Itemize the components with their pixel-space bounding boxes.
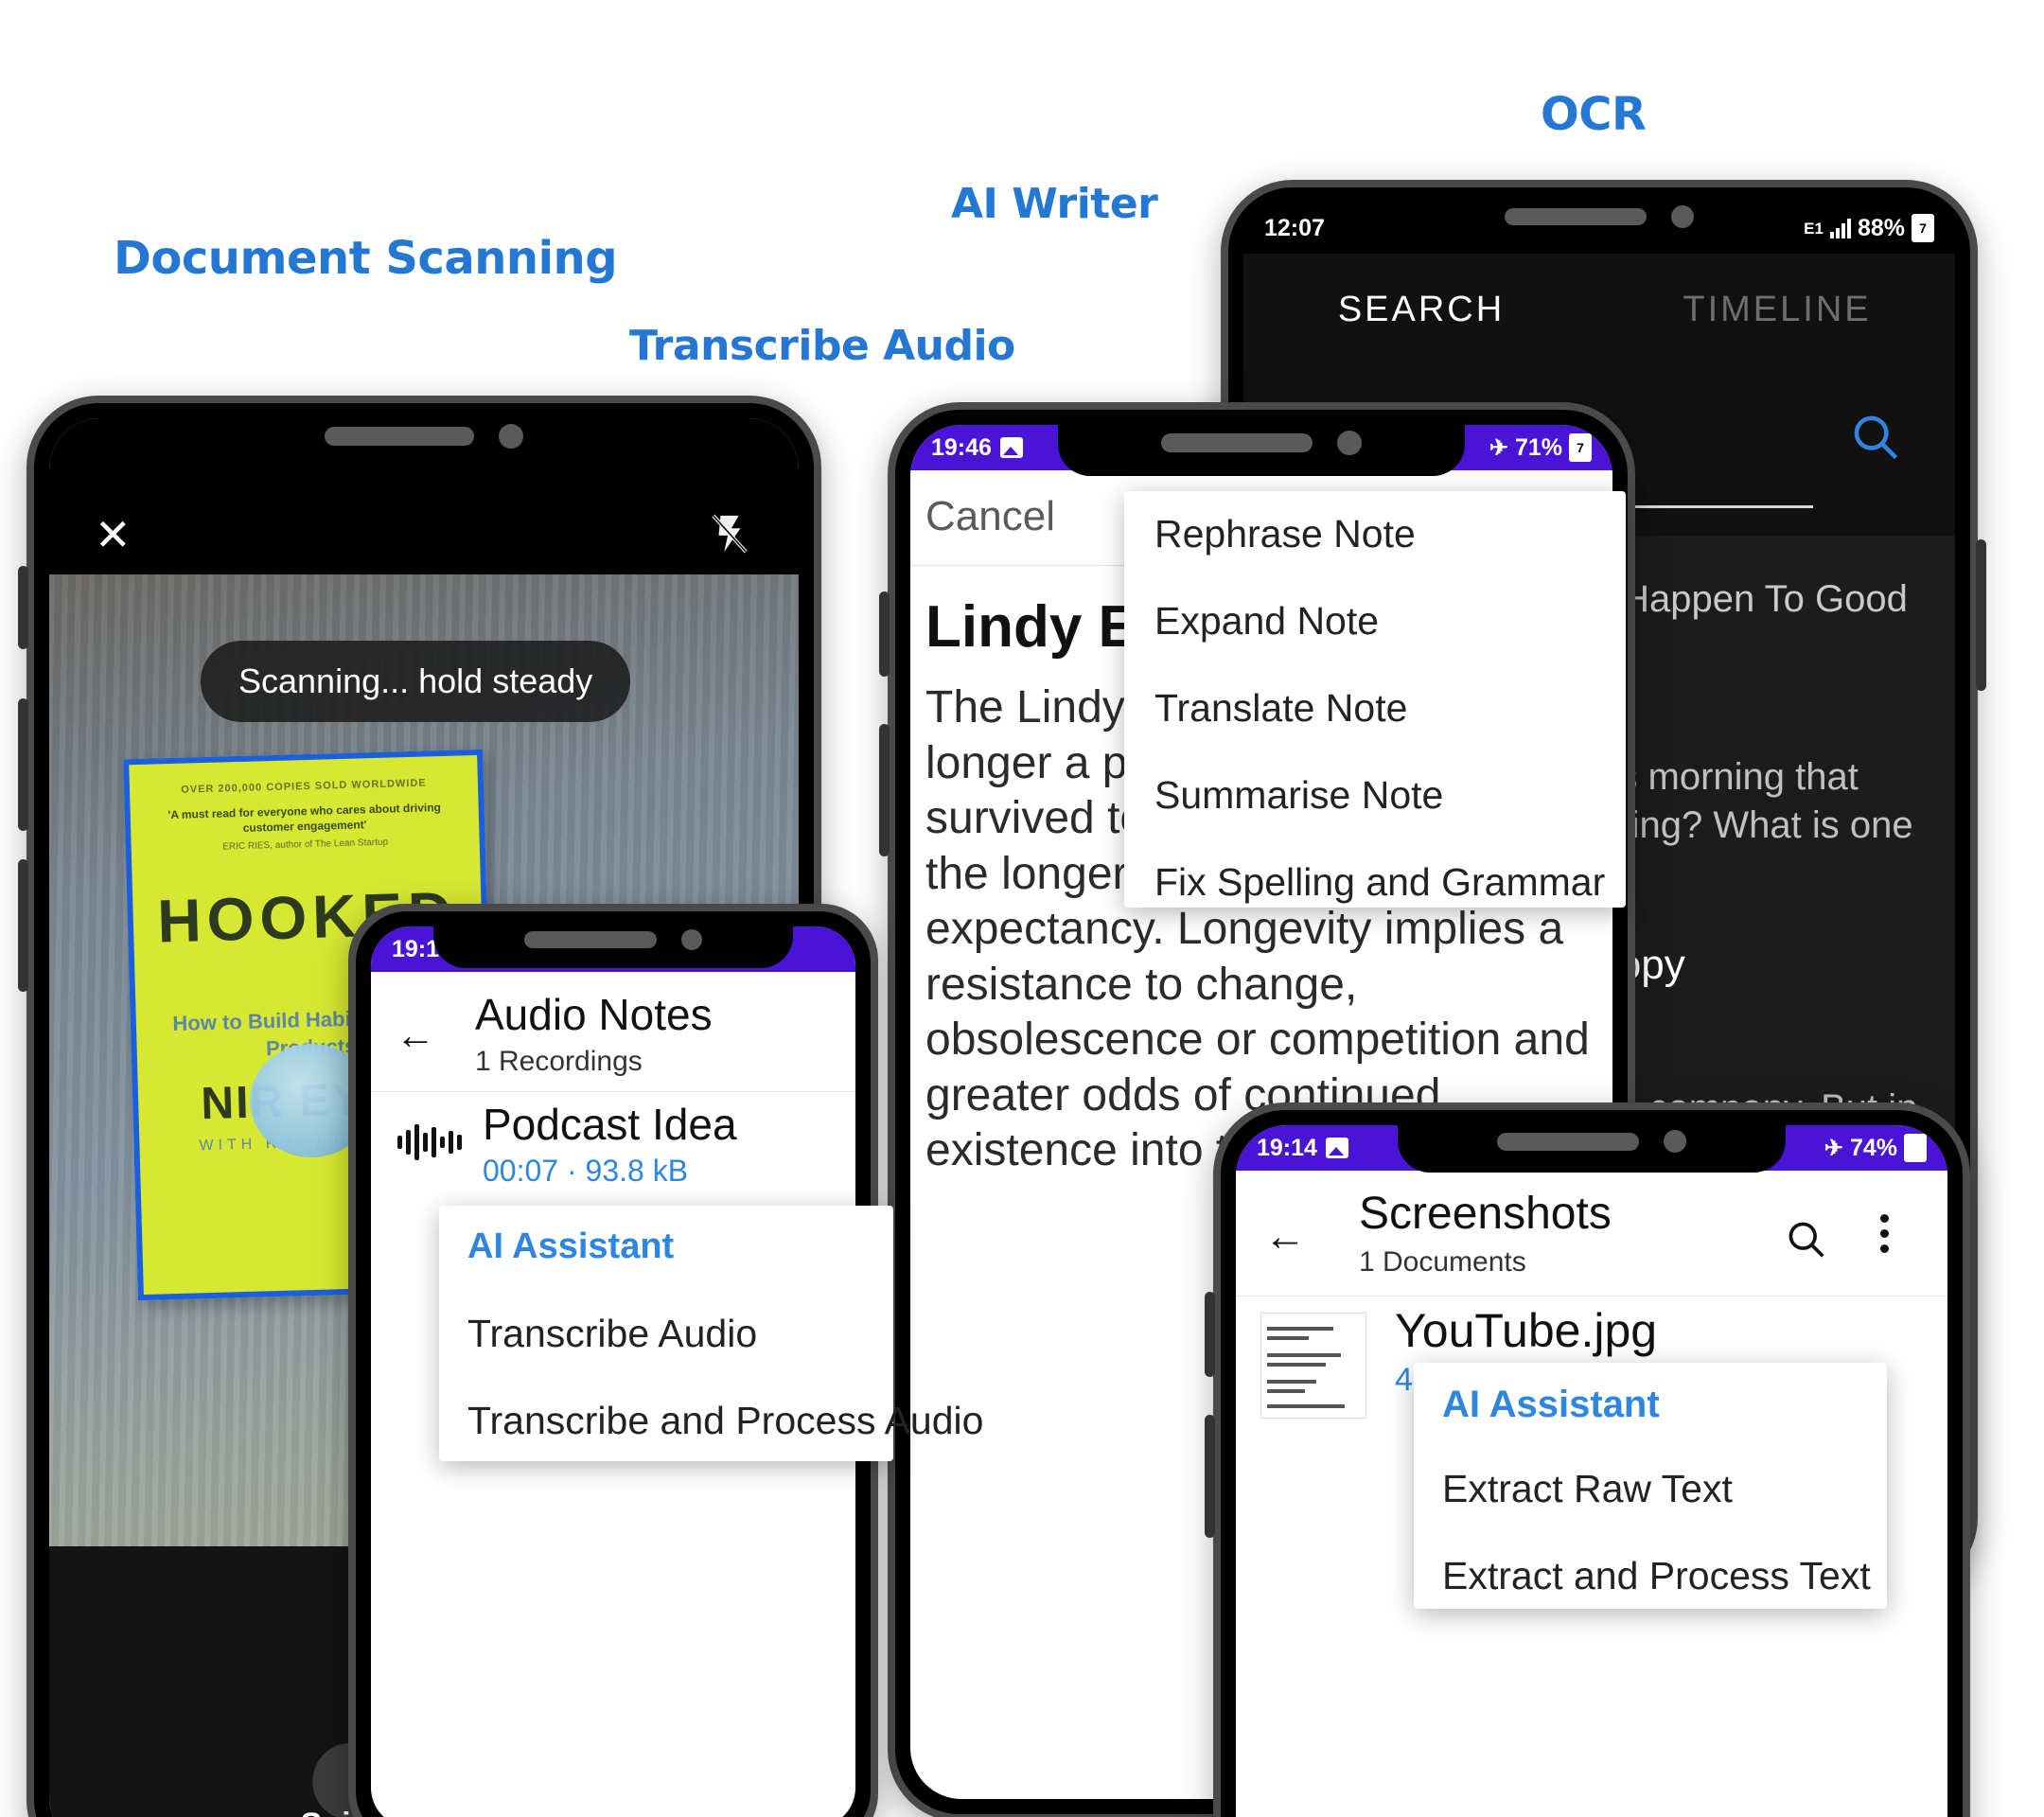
flash-off-icon[interactable] <box>708 509 751 558</box>
power-button[interactable] <box>1976 539 1986 691</box>
signal-icon <box>1829 218 1851 238</box>
search-icon[interactable] <box>1849 411 1900 467</box>
phone-notch-audio <box>433 911 793 968</box>
heading-transcribe-audio: Transcribe Audio <box>629 322 1015 370</box>
speaker-grille <box>1161 433 1313 452</box>
speaker-grille <box>1497 1132 1639 1151</box>
battery-percent: 71% <box>1514 433 1562 461</box>
audio-notes-appbar: ← Audio Notes 1 Recordings <box>371 972 855 1092</box>
list-item[interactable]: Podcast Idea 00:07 · 93.8 kB <box>371 1095 855 1207</box>
recording-meta: 00:07 · 93.8 kB <box>483 1154 688 1189</box>
mute-switch[interactable] <box>879 591 890 677</box>
back-arrow-icon[interactable]: ← <box>1264 1216 1306 1258</box>
menu-item-summarise-note[interactable]: Summarise Note <box>1154 773 1443 818</box>
airplane-icon: ✈ <box>1824 1135 1843 1161</box>
mute-switch[interactable] <box>18 566 28 649</box>
status-time: 12:07 <box>1264 214 1325 241</box>
ai-writer-menu: Rephrase Note Expand Note Translate Note… <box>1124 491 1626 908</box>
status-left: 19:14 <box>1257 1135 1348 1162</box>
book-quote: 'A must read for everyone who cares abou… <box>167 801 442 836</box>
menu-item-fix-spelling-grammar[interactable]: Fix Spelling and Grammar <box>1154 860 1605 905</box>
front-camera <box>681 929 702 950</box>
recording-size: 93.8 kB <box>585 1154 689 1188</box>
audio-waveform-icon <box>397 1121 462 1163</box>
status-left: 19:46 <box>931 434 1023 462</box>
battery-icon: 7 <box>1912 214 1934 242</box>
menu-item-rephrase-note[interactable]: Rephrase Note <box>1154 512 1416 556</box>
menu-item-translate-note[interactable]: Translate Note <box>1154 686 1407 731</box>
status-left: 12:07 <box>1264 215 1325 242</box>
more-vertical-icon[interactable] <box>1880 1214 1889 1253</box>
book-attribution: ERIC RIES, author of The Lean Startup <box>222 838 389 853</box>
front-camera <box>1337 431 1362 455</box>
status-time: 19:14 <box>1257 1134 1317 1161</box>
volume-down-button[interactable] <box>18 859 28 992</box>
phone-notch-ocr <box>1401 187 1798 246</box>
page-title: Screenshots <box>1359 1189 1612 1239</box>
speaker-grille <box>524 931 657 948</box>
front-camera <box>499 424 523 449</box>
menu-header-ai-assistant: AI Assistant <box>1442 1384 1660 1425</box>
volume-up-button[interactable] <box>1205 1415 1215 1538</box>
phone-notch-scan <box>220 403 627 469</box>
page-subtitle: 1 Documents <box>1359 1246 1526 1278</box>
document-thumbnail <box>1260 1313 1366 1419</box>
battery-icon: 7 <box>1569 433 1592 462</box>
volume-up-button[interactable] <box>18 698 28 831</box>
status-right: E1 88% 7 <box>1804 214 1934 242</box>
screenshots-menu: AI Assistant Extract Raw Text Extract an… <box>1414 1363 1887 1609</box>
meta-separator: · <box>566 1154 577 1188</box>
menu-item-extract-and-process-text[interactable]: Extract and Process Text <box>1442 1554 1871 1598</box>
heading-ocr: OCR <box>1541 88 1647 141</box>
screenshots-appbar: ← Screenshots 1 Documents <box>1236 1171 1947 1297</box>
mute-switch[interactable] <box>1205 1292 1215 1377</box>
speaker-grille <box>325 427 474 446</box>
front-camera <box>1664 1130 1686 1153</box>
heading-ai-writer: AI Writer <box>951 180 1158 228</box>
recording-duration: 00:07 <box>483 1154 559 1188</box>
phone-notch-shots <box>1398 1110 1786 1173</box>
battery-percent: 88% <box>1857 214 1905 241</box>
menu-item-transcribe-and-process-audio[interactable]: Transcribe and Process Audio <box>467 1399 983 1443</box>
page-title: Audio Notes <box>475 990 713 1039</box>
back-arrow-icon[interactable]: ← <box>396 1015 435 1055</box>
menu-item-extract-raw-text[interactable]: Extract Raw Text <box>1442 1467 1733 1511</box>
menu-header-ai-assistant: AI Assistant <box>467 1226 675 1266</box>
battery-icon <box>1904 1134 1927 1162</box>
menu-item-transcribe-audio[interactable]: Transcribe Audio <box>467 1312 757 1356</box>
status-time: 19:46 <box>931 433 992 461</box>
heading-document-scanning: Document Scanning <box>114 232 618 285</box>
airplane-icon: ✈ <box>1489 434 1508 461</box>
tab-timeline[interactable]: TIMELINE <box>1599 290 1955 330</box>
status-right: ✈ 74% <box>1824 1134 1927 1162</box>
close-icon[interactable]: ✕ <box>95 513 132 556</box>
book-banner: OVER 200,000 COPIES SOLD WORLDWIDE <box>181 777 427 796</box>
page-subtitle: 1 Recordings <box>475 1046 643 1077</box>
scan-status-toast: Scanning... hold steady <box>201 641 631 722</box>
menu-item-expand-note[interactable]: Expand Note <box>1154 599 1379 644</box>
speaker-grille <box>1505 208 1647 225</box>
document-name: YouTube.jpg <box>1395 1304 1658 1357</box>
network-label: E1 <box>1804 219 1824 238</box>
image-icon <box>999 437 1023 458</box>
status-right: ✈ 71% 7 <box>1489 433 1592 462</box>
ocr-tab-bar: SEARCH TIMELINE <box>1243 254 1955 365</box>
image-icon <box>1325 1138 1348 1158</box>
audio-notes-menu: AI Assistant Transcribe Audio Transcribe… <box>439 1206 983 1461</box>
phone-notch-ai <box>1058 410 1465 476</box>
volume-up-button[interactable] <box>879 724 890 856</box>
screenshot-stage: Document Scanning Transcribe Audio AI Wr… <box>0 0 2044 1817</box>
recording-name: Podcast Idea <box>483 1100 737 1149</box>
search-icon[interactable] <box>1785 1218 1826 1264</box>
battery-percent: 74% <box>1849 1134 1897 1161</box>
tab-search[interactable]: SEARCH <box>1243 290 1599 330</box>
front-camera <box>1671 205 1694 228</box>
cancel-button[interactable]: Cancel <box>925 493 1055 540</box>
